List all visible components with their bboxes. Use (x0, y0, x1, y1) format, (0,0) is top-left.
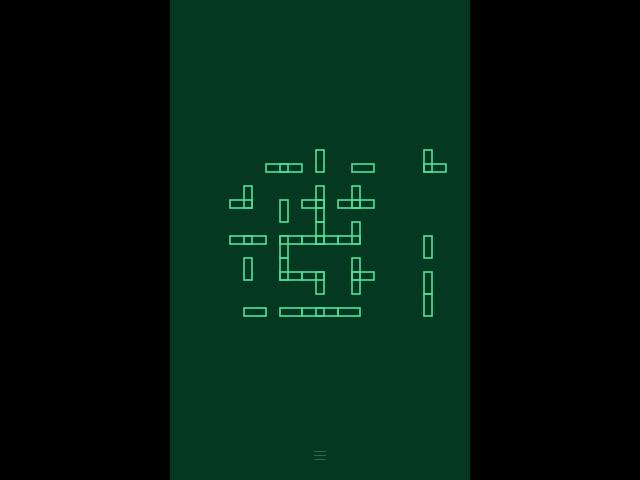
pipe-tile-r3-c4[interactable] (374, 258, 410, 294)
pipe-tile-r2-c4[interactable] (374, 222, 410, 258)
pipe-segment (315, 199, 325, 223)
pipe-segment (315, 149, 325, 173)
pipe-tile-r1-c5[interactable] (410, 186, 446, 222)
pipe-segment (423, 235, 433, 259)
pipe-tile-r3-c5[interactable] (410, 258, 446, 295)
pipe-segment (351, 257, 361, 281)
pipe-tile-r5-c5[interactable] (410, 330, 446, 366)
pipe-tile-r4-c1[interactable] (266, 294, 303, 330)
pipe-tile-r3-c0[interactable] (230, 257, 266, 294)
pipe-segment (279, 163, 303, 173)
pipe-segment (423, 149, 433, 173)
pipe-grid-svg (229, 149, 447, 366)
pipe-segment (243, 185, 253, 209)
pipe-segment (351, 271, 361, 295)
pipe-tile-r0-c4[interactable] (374, 150, 410, 186)
pipe-segment (315, 271, 325, 295)
game-board-panel (170, 0, 470, 480)
hamburger-menu-icon[interactable] (310, 447, 330, 465)
pipe-segment (301, 235, 325, 245)
pipe-segment (423, 293, 433, 317)
pipe-segment (337, 199, 361, 209)
pipe-tile-r2-c3[interactable] (337, 221, 374, 258)
pipe-segment (279, 271, 303, 281)
pipe-tile-r5-c4[interactable] (374, 330, 410, 366)
pipe-segment (423, 271, 433, 295)
pipe-segment (301, 199, 325, 209)
pipe-tile-r5-c0[interactable] (230, 330, 266, 366)
pipe-tile-r5-c2[interactable] (302, 330, 338, 366)
pipe-tile-r1-c4[interactable] (374, 186, 410, 222)
pipe-segment (279, 235, 289, 259)
pipe-tile-r5-c3[interactable] (338, 330, 374, 366)
pipe-tile-r2-c1[interactable] (266, 222, 303, 259)
pipe-tile-r3-c1[interactable] (266, 257, 303, 294)
pipe-tile-r4-c2[interactable] (301, 294, 339, 330)
pipe-tile-r1-c1[interactable] (266, 186, 302, 223)
pipe-segment (265, 163, 289, 173)
pipe-segment (301, 271, 325, 281)
pipe-grid (170, 0, 470, 480)
pipe-segment (351, 163, 375, 173)
pipe-tile-r4-c4[interactable] (374, 294, 410, 330)
pipe-tile-r0-c1[interactable] (265, 150, 303, 186)
pipe-segment (337, 307, 361, 317)
pipe-segment (279, 199, 289, 223)
pipe-segment (337, 235, 361, 245)
pipe-segment (351, 199, 375, 209)
pipe-tile-r0-c2[interactable] (302, 149, 338, 186)
pipe-segment (315, 235, 339, 245)
pipe-tile-r5-c1[interactable] (266, 330, 302, 366)
pipe-tile-r2-c5[interactable] (410, 222, 446, 259)
pipe-segment (315, 185, 325, 209)
pipe-tile-r1-c2[interactable] (301, 185, 338, 223)
pipe-segment (279, 235, 303, 245)
pipe-segment (243, 307, 267, 317)
pipe-tile-r1-c3[interactable] (337, 185, 375, 222)
pipe-segment (351, 271, 375, 281)
pipe-tile-r4-c3[interactable] (337, 294, 374, 330)
pipe-segment (229, 199, 253, 209)
pipe-segment (279, 307, 303, 317)
pipe-segment (229, 235, 253, 245)
pipe-tile-r2-c0[interactable] (229, 222, 267, 258)
pipe-tile-r2-c2[interactable] (301, 221, 339, 258)
pipe-tile-r1-c0[interactable] (229, 185, 266, 222)
pipe-tile-r4-c5[interactable] (410, 293, 446, 330)
pipe-segment (315, 221, 325, 245)
pipe-tile-r0-c5[interactable] (410, 149, 447, 186)
pipe-tile-r4-c0[interactable] (230, 294, 267, 330)
pipe-segment (279, 257, 289, 281)
pipe-segment (243, 257, 253, 281)
pipe-segment (351, 221, 361, 245)
pipe-segment (423, 163, 447, 173)
pipe-segment (315, 307, 339, 317)
pipe-segment (351, 185, 361, 209)
pipe-tile-r3-c3[interactable] (338, 257, 375, 295)
pipe-tile-r0-c0[interactable] (230, 150, 266, 186)
pipe-segment (243, 235, 267, 245)
pipe-segment (301, 307, 325, 317)
pipe-tile-r3-c2[interactable] (301, 258, 338, 295)
pipe-tile-r0-c3[interactable] (338, 150, 375, 186)
